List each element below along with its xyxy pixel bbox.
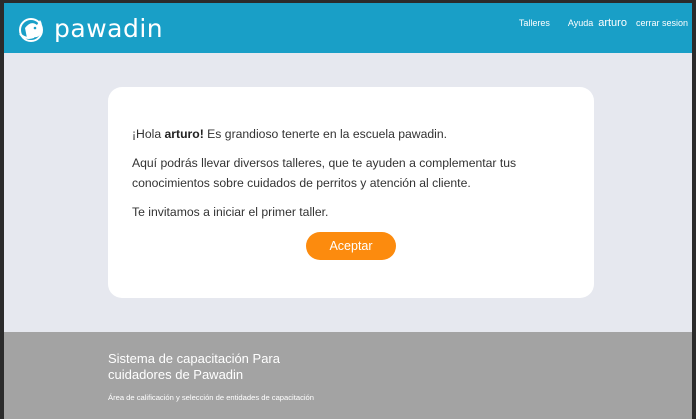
- welcome-greeting: ¡Hola arturo! Es grandioso tenerte en la…: [132, 124, 582, 144]
- app-window: pawadin Talleres Ayuda arturo cerrar ses…: [4, 3, 692, 419]
- welcome-card: ¡Hola arturo! Es grandioso tenerte en la…: [108, 87, 594, 298]
- page-footer: Sistema de capacitación Para cuidadores …: [4, 332, 692, 419]
- greeting-prefix: ¡Hola: [132, 127, 165, 141]
- greeting-user-name: arturo!: [164, 127, 204, 141]
- welcome-invitation: Te invitamos a iniciar el primer taller.: [132, 205, 329, 219]
- footer-title: Sistema de capacitación Para cuidadores …: [108, 351, 280, 382]
- main-nav: Talleres Ayuda arturo cerrar sesion: [519, 17, 688, 29]
- nav-ayuda-link[interactable]: Ayuda: [568, 18, 593, 28]
- footer-subtitle: Área de calificación y selección de enti…: [108, 393, 315, 402]
- user-name-link[interactable]: arturo: [598, 17, 627, 29]
- brand-name: pawadin: [54, 14, 164, 43]
- logout-link[interactable]: cerrar sesion: [636, 18, 688, 28]
- brand-logo[interactable]: pawadin: [18, 14, 163, 44]
- greeting-suffix: Es grandioso tenerte en la escuela pawad…: [203, 127, 448, 141]
- accept-button[interactable]: Aceptar: [306, 232, 396, 260]
- welcome-description: Aquí podrás llevar diversos talleres, qu…: [132, 156, 517, 190]
- nav-talleres-link[interactable]: Talleres: [519, 18, 550, 28]
- pawadin-dog-logo-icon: [19, 18, 43, 42]
- top-navbar: pawadin Talleres Ayuda arturo cerrar ses…: [4, 3, 692, 53]
